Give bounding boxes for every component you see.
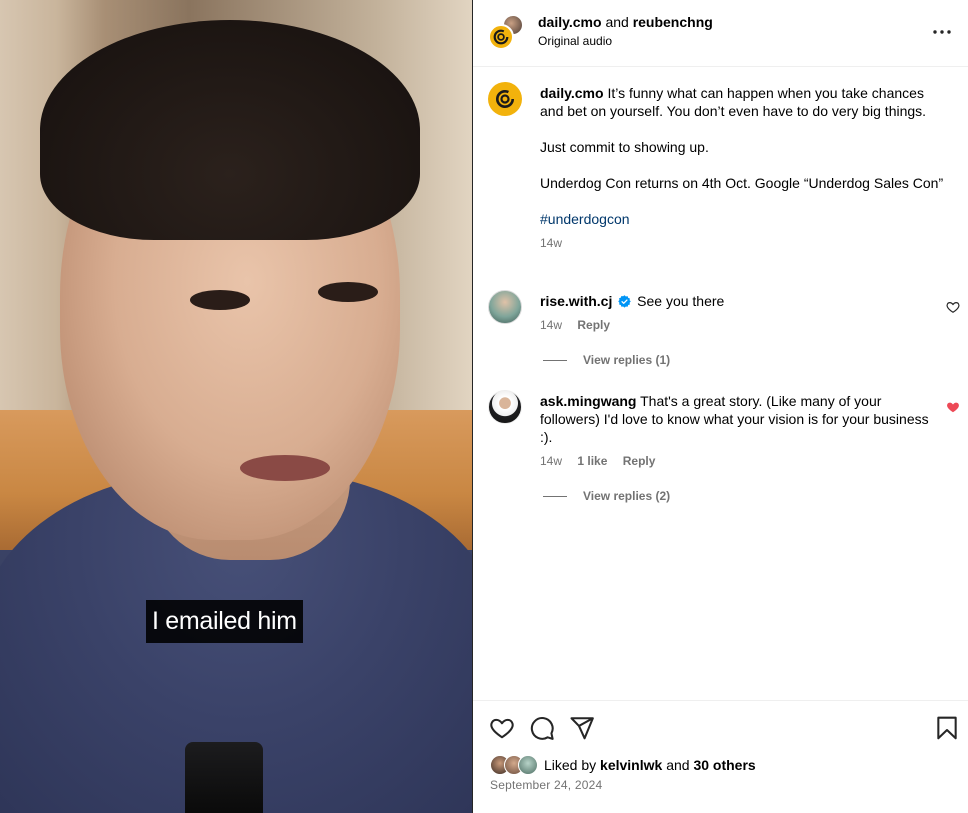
collaborator-username[interactable]: reubenchng [633, 14, 713, 30]
liker-avatar [518, 755, 538, 775]
view-replies-label: View replies (2) [583, 489, 671, 503]
view-replies-button[interactable]: View replies (2) [543, 489, 670, 503]
view-replies-button[interactable]: View replies (1) [543, 353, 670, 367]
comments-list[interactable]: daily.cmo It’s funny what can happen whe… [473, 68, 968, 700]
comment-username[interactable]: rise.with.cj [540, 293, 612, 309]
caption-text-2: Just commit to showing up. [540, 139, 709, 155]
replies-line [543, 359, 567, 361]
post-actions: Liked by kelvinlwk and 30 others Septemb… [473, 700, 968, 813]
comment-meta: 14w 1 like Reply [540, 452, 930, 470]
comment-time[interactable]: 14w [540, 454, 562, 468]
caption-time[interactable]: 14w [540, 236, 562, 250]
post-date[interactable]: September 24, 2024 [490, 778, 602, 792]
reel-video[interactable]: I emailed him [0, 0, 473, 813]
comment-likes-count[interactable]: 1 like [577, 454, 607, 468]
caption-username[interactable]: daily.cmo [540, 85, 604, 101]
video-microphone [185, 742, 263, 813]
comment-like-heart-icon[interactable] [946, 300, 960, 314]
more-icon [933, 30, 951, 34]
liked-user[interactable]: kelvinlwk [600, 757, 662, 773]
liked-by: Liked by kelvinlwk and 30 others [490, 755, 756, 775]
view-replies-label: View replies (1) [583, 353, 671, 367]
comment-body: rise.with.cj See you there 14w Reply [540, 292, 930, 334]
replies-line [543, 495, 567, 497]
comment-icon[interactable] [529, 715, 555, 741]
comment-body: ask.mingwang That's a great story. (Like… [540, 392, 930, 470]
video-hair [40, 20, 420, 240]
liked-prefix: Liked by [544, 757, 597, 773]
post-header: daily.cmo and reubenchng Original audio [473, 0, 968, 67]
video-eye-right [318, 282, 378, 302]
comment-meta: 14w Reply [540, 316, 930, 334]
video-mouth [240, 455, 330, 481]
daily-cmo-logo-icon [493, 29, 509, 45]
caption-avatar[interactable] [488, 82, 522, 116]
verified-badge-icon [618, 295, 632, 308]
caption-hashtag[interactable]: #underdogcon [540, 211, 630, 227]
heart-icon[interactable] [489, 715, 515, 741]
video-eye-left [190, 290, 250, 310]
audio-label[interactable]: Original audio [538, 34, 612, 48]
liked-and: and [666, 757, 690, 773]
comment-time[interactable]: 14w [540, 318, 562, 332]
header-title: daily.cmo and reubenchng [538, 14, 713, 30]
comment-avatar[interactable] [488, 290, 522, 324]
more-options-button[interactable] [930, 20, 954, 44]
comment-avatar[interactable] [488, 390, 522, 424]
header-connector: and [605, 14, 629, 30]
daily-cmo-logo-icon [495, 89, 515, 109]
caption-meta: 14w [540, 234, 950, 252]
liked-others[interactable]: 30 others [693, 757, 755, 773]
reply-button[interactable]: Reply [577, 318, 610, 332]
caption-text-3: Underdog Con returns on 4th Oct. Google … [540, 175, 944, 191]
post-panel: daily.cmo and reubenchng Original audio … [473, 0, 968, 813]
comment-username[interactable]: ask.mingwang [540, 393, 636, 409]
caption-body: daily.cmo It’s funny what can happen whe… [540, 84, 950, 252]
share-icon[interactable] [569, 715, 595, 741]
comment-text: See you there [637, 293, 725, 309]
reply-button[interactable]: Reply [623, 454, 656, 468]
bookmark-icon[interactable] [934, 715, 960, 741]
comment-liked-heart-icon[interactable] [946, 400, 960, 414]
author-username[interactable]: daily.cmo [538, 14, 602, 30]
liked-avatars[interactable] [490, 755, 538, 775]
video-subtitle: I emailed him [146, 600, 303, 643]
author-avatar-stack[interactable] [488, 14, 526, 50]
author-avatar [488, 24, 514, 50]
